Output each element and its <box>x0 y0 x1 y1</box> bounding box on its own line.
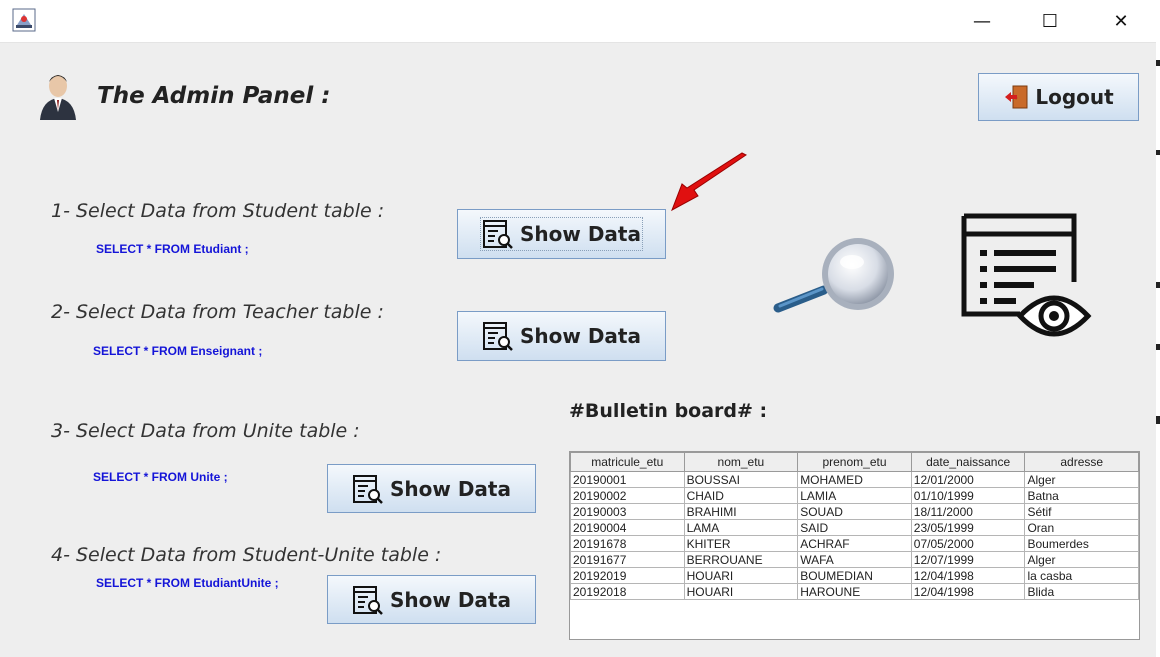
table-cell[interactable]: 20190002 <box>570 487 685 504</box>
table-row[interactable]: 20191678 KHITER ACHRAF 07/05/2000 Boumerdes <box>570 535 1139 552</box>
table-cell[interactable]: HOUARI <box>683 567 799 584</box>
show-data-label: Show Data <box>520 222 641 246</box>
table-row[interactable]: 20190002 CHAID LAMIA 01/10/1999 Batna <box>570 487 1139 504</box>
column-header[interactable]: adresse <box>1024 452 1139 472</box>
red-arrow-icon <box>671 152 747 212</box>
button-focus-ring: Show Data <box>480 217 643 251</box>
bulletin-table[interactable]: matricule_etu nom_etu prenom_etu date_na… <box>569 451 1140 640</box>
table-cell[interactable]: la casba <box>1024 567 1139 584</box>
table-cell[interactable]: Blida <box>1024 583 1139 600</box>
logout-label: Logout <box>1035 85 1114 109</box>
table-search-icon <box>353 585 383 615</box>
column-header[interactable]: nom_etu <box>683 452 799 472</box>
section-4-label: 4- Select Data from Student-Unite table … <box>51 544 442 566</box>
show-data-student-button[interactable]: Show Data <box>457 209 666 259</box>
section-1-sql: SELECT * FROM Etudiant ; <box>96 242 249 256</box>
table-cell[interactable]: BRAHIMI <box>683 503 799 520</box>
java-app-icon <box>12 8 36 32</box>
table-cell[interactable]: 23/05/1999 <box>910 519 1026 536</box>
table-cell[interactable]: 07/05/2000 <box>910 535 1026 552</box>
table-cell[interactable]: BOUSSAI <box>683 471 799 488</box>
table-cell[interactable]: Boumerdes <box>1024 535 1139 552</box>
show-data-label: Show Data <box>520 324 641 348</box>
window-edge <box>1156 42 1160 657</box>
table-row[interactable]: 20190003 BRAHIMI SOUAD 18/11/2000 Sétif <box>570 503 1139 520</box>
table-cell[interactable]: 18/11/2000 <box>910 503 1026 520</box>
table-row[interactable]: 20190001 BOUSSAI MOHAMED 12/01/2000 Alger <box>570 471 1139 488</box>
table-cell[interactable]: 12/04/1998 <box>910 583 1026 600</box>
logout-button[interactable]: Logout <box>978 73 1139 121</box>
table-cell[interactable]: 20191678 <box>570 535 685 552</box>
table-row[interactable]: 20191677 BERROUANE WAFA 12/07/1999 Alger <box>570 551 1139 568</box>
admin-user-icon <box>40 75 76 120</box>
table-cell[interactable]: LAMA <box>683 519 799 536</box>
section-2-sql: SELECT * FROM Enseignant ; <box>93 344 263 358</box>
table-header-row: matricule_etu nom_etu prenom_etu date_na… <box>570 452 1139 472</box>
column-header[interactable]: date_naissance <box>910 452 1026 472</box>
column-header[interactable]: prenom_etu <box>797 452 912 472</box>
minimize-button[interactable]: — <box>954 0 1010 42</box>
table-row[interactable]: 20192019 HOUARI BOUMEDIAN 12/04/1998 la casb… <box>570 567 1139 584</box>
window-titlebar: — ☐ ✕ <box>0 0 1160 43</box>
table-cell[interactable]: MOHAMED <box>797 471 912 488</box>
section-1-label: 1- Select Data from Student table : <box>51 200 385 222</box>
magnifier-icon <box>773 238 894 313</box>
logout-door-icon <box>1005 85 1028 109</box>
table-cell[interactable]: Sétif <box>1024 503 1139 520</box>
table-cell[interactable]: KHITER <box>683 535 799 552</box>
show-data-student-unite-button[interactable]: Show Data <box>327 575 536 624</box>
table-cell[interactable]: 12/04/1998 <box>910 567 1026 584</box>
table-cell[interactable]: 12/01/2000 <box>910 471 1026 488</box>
column-header[interactable]: matricule_etu <box>570 452 685 472</box>
section-3-sql: SELECT * FROM Unite ; <box>93 470 228 484</box>
page-title: The Admin Panel : <box>97 83 331 109</box>
show-data-label: Show Data <box>390 587 511 612</box>
table-cell[interactable]: 20192018 <box>570 583 685 600</box>
table-cell[interactable]: SOUAD <box>797 503 912 520</box>
document-eye-icon <box>961 213 1092 337</box>
table-row[interactable]: 20190004 LAMA SAID 23/05/1999 Oran <box>570 519 1139 536</box>
table-cell[interactable]: Alger <box>1024 551 1139 568</box>
table-cell[interactable]: HOUARI <box>683 583 799 600</box>
show-data-label: Show Data <box>390 476 511 501</box>
table-cell[interactable]: HAROUNE <box>797 583 912 600</box>
section-3-label: 3- Select Data from Unite table : <box>51 420 360 442</box>
table-cell[interactable]: SAID <box>797 519 912 536</box>
table-cell[interactable]: LAMIA <box>797 487 912 504</box>
table-search-icon <box>483 322 513 351</box>
table-cell[interactable]: 20191677 <box>570 551 685 568</box>
table-row[interactable]: 20192018 HOUARI HAROUNE 12/04/1998 Blida <box>570 583 1139 600</box>
table-cell[interactable]: 20190004 <box>570 519 685 536</box>
table-cell[interactable]: ACHRAF <box>797 535 912 552</box>
table-cell[interactable]: CHAID <box>683 487 799 504</box>
section-4-sql: SELECT * FROM EtudiantUnite ; <box>96 576 279 590</box>
show-data-unite-button[interactable]: Show Data <box>327 464 536 513</box>
table-cell[interactable]: 20190003 <box>570 503 685 520</box>
show-data-teacher-button[interactable]: Show Data <box>457 311 666 361</box>
table-search-icon <box>483 220 513 249</box>
section-2-label: 2- Select Data from Teacher table : <box>51 301 384 323</box>
close-button[interactable]: ✕ <box>1093 0 1149 42</box>
table-cell[interactable]: Batna <box>1024 487 1139 504</box>
maximize-button[interactable]: ☐ <box>1022 0 1078 42</box>
table-cell[interactable]: Alger <box>1024 471 1139 488</box>
table-cell[interactable]: BERROUANE <box>683 551 799 568</box>
bulletin-title: #Bulletin board# : <box>569 400 768 422</box>
table-cell[interactable]: Oran <box>1024 519 1139 536</box>
table-cell[interactable]: BOUMEDIAN <box>797 567 912 584</box>
table-cell[interactable]: WAFA <box>797 551 912 568</box>
table-cell[interactable]: 20190001 <box>570 471 685 488</box>
table-cell[interactable]: 20192019 <box>570 567 685 584</box>
table-cell[interactable]: 01/10/1999 <box>910 487 1026 504</box>
table-cell[interactable]: 12/07/1999 <box>910 551 1026 568</box>
table-search-icon <box>353 474 383 504</box>
